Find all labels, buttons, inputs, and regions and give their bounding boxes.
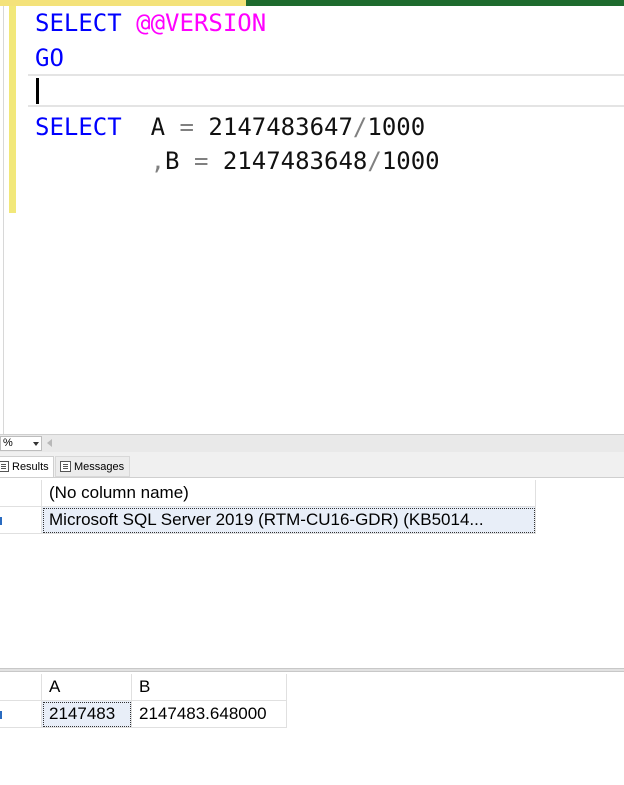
equals-operator: = xyxy=(193,147,209,175)
numeric-literal: 1000 xyxy=(367,113,426,141)
grid1-cell-version[interactable]: Microsoft SQL Server 2019 (RTM-CU16-GDR)… xyxy=(42,507,536,534)
tab-results[interactable]: Results xyxy=(0,456,54,477)
tab-messages[interactable]: Messages xyxy=(55,456,130,477)
results-splitter[interactable] xyxy=(0,668,624,672)
numeric-literal: 2147483648 xyxy=(222,147,368,175)
equals-operator: = xyxy=(179,113,194,141)
grid2-row-header[interactable] xyxy=(0,701,42,728)
text-caret xyxy=(36,78,39,104)
grid1-column-header[interactable]: (No column name) xyxy=(42,480,536,507)
scroll-left-icon[interactable] xyxy=(47,439,52,447)
results-tab-strip: Results Messages xyxy=(0,452,624,478)
row-indicator xyxy=(0,517,2,525)
numeric-literal: 2147483647 xyxy=(208,113,353,141)
keyword-select: SELECT xyxy=(35,113,122,141)
keyword-select: SELECT xyxy=(35,9,122,37)
tab-results-label: Results xyxy=(12,461,49,473)
zoom-value: % xyxy=(3,437,13,449)
code-line-4[interactable]: SELECT A = 2147483647/1000 xyxy=(35,110,425,144)
system-variable: @@VERSION xyxy=(136,9,267,37)
comma: , xyxy=(150,147,166,175)
tab-messages-label: Messages xyxy=(74,461,125,473)
grid2-cell-b[interactable]: 2147483.648000 xyxy=(132,701,287,728)
grid2-column-header-a[interactable]: A xyxy=(42,674,132,701)
chevron-down-icon[interactable] xyxy=(33,442,39,446)
code-line-1[interactable]: SELECT @@VERSION xyxy=(35,6,266,40)
grid1-corner-header[interactable] xyxy=(0,480,42,507)
grid2-column-header-b[interactable]: B xyxy=(132,674,287,701)
grid-icon xyxy=(0,461,9,472)
editor-status-bar: % xyxy=(0,434,624,452)
divide-operator: / xyxy=(352,113,368,141)
grid1-row-header[interactable] xyxy=(0,507,42,534)
change-tracking-bar xyxy=(9,6,16,213)
code-line-5[interactable]: ,B = 2147483648/1000 xyxy=(35,144,440,178)
zoom-dropdown[interactable]: % xyxy=(0,436,42,451)
current-line-highlight xyxy=(28,74,624,107)
editor-gutter-line xyxy=(3,6,4,434)
numeric-literal: 1000 xyxy=(381,147,440,175)
query-editor[interactable]: SELECT @@VERSION GO SELECT A = 214748364… xyxy=(0,6,624,434)
results-pane: (No column name) Microsoft SQL Server 20… xyxy=(0,478,624,785)
column-alias-a: A xyxy=(150,113,166,141)
grid2-corner-header[interactable] xyxy=(0,674,42,701)
code-line-2[interactable]: GO xyxy=(35,41,64,75)
grid2-cell-a[interactable]: 2147483 xyxy=(42,701,132,728)
row-indicator xyxy=(0,711,2,719)
keyword-go: GO xyxy=(35,44,64,72)
divide-operator: / xyxy=(367,147,382,175)
messages-icon xyxy=(60,461,71,472)
column-alias-b: B xyxy=(165,147,180,175)
